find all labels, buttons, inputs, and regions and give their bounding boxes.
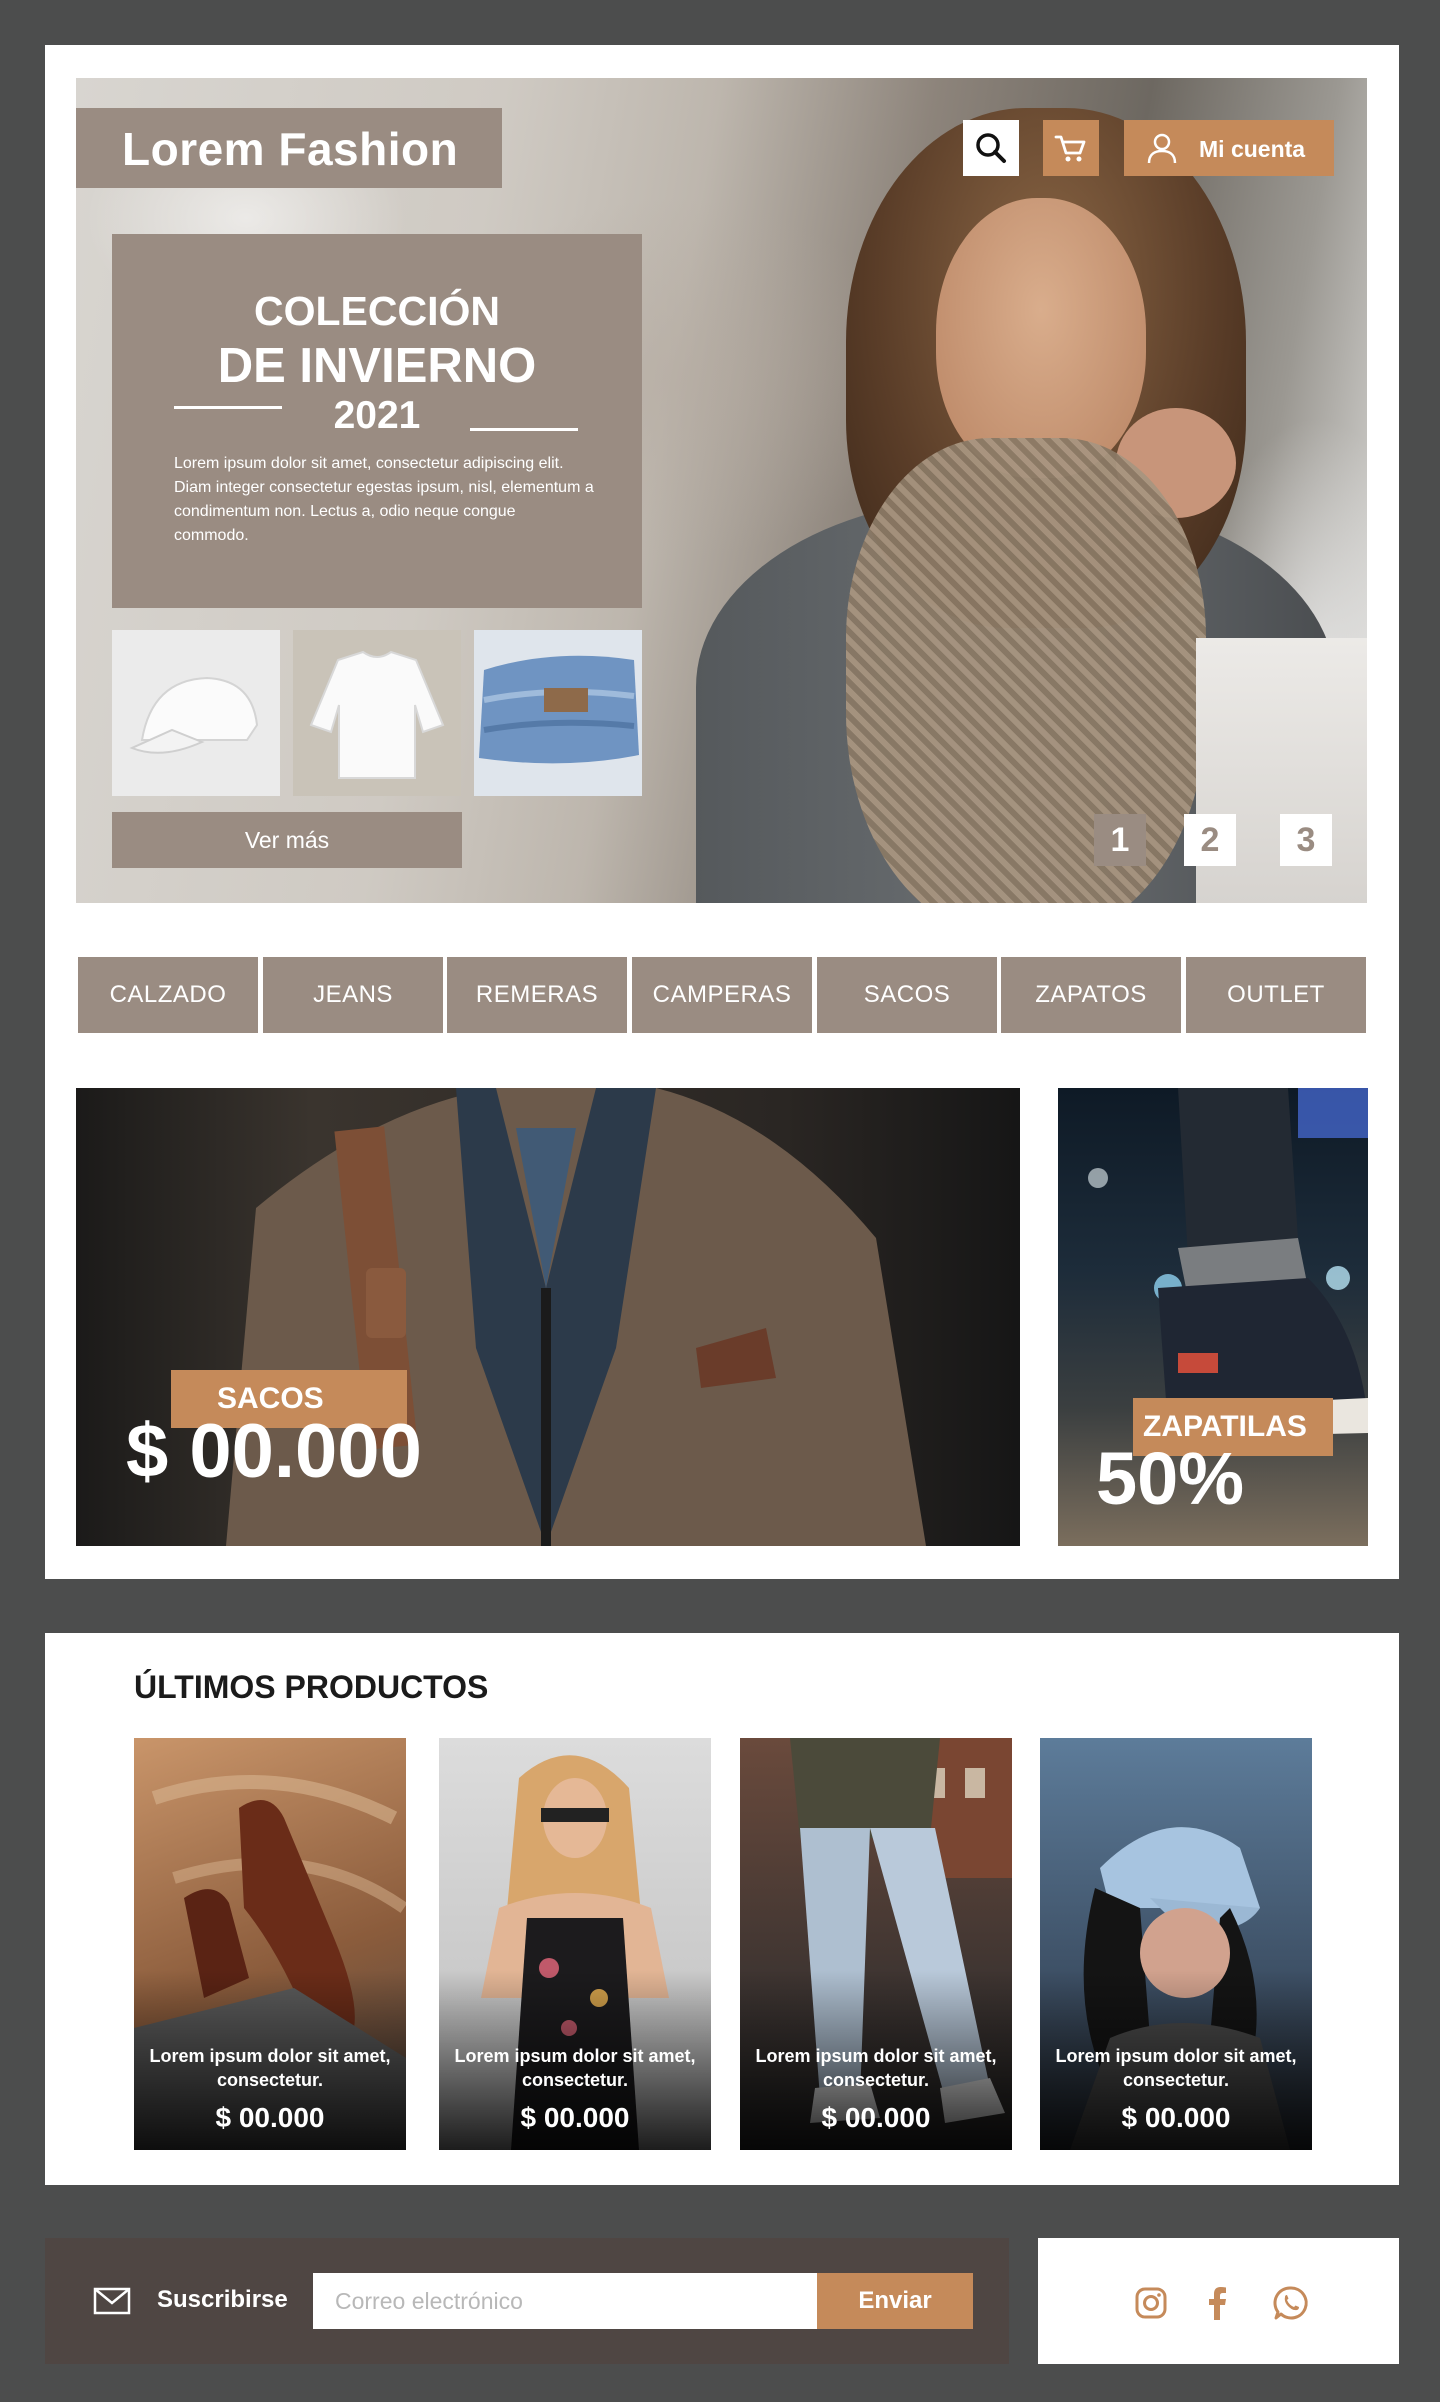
hero-photo-scarf: [846, 438, 1206, 903]
send-button[interactable]: Enviar: [817, 2273, 973, 2329]
jeans-image: [474, 630, 642, 796]
sacos-banner[interactable]: SACOS $ 00.000: [76, 1088, 1020, 1546]
email-input[interactable]: [313, 2273, 817, 2329]
category-calzado[interactable]: CALZADO: [78, 957, 258, 1033]
category-zapatos[interactable]: ZAPATOS: [1001, 957, 1181, 1033]
product-2-text: Lorem ipsum dolor sit amet, consectetur.: [454, 2046, 696, 2090]
slide-page-3[interactable]: 3: [1280, 814, 1332, 866]
latest-products-title: ÚLTIMOS PRODUCTOS: [134, 1669, 489, 1705]
mail-icon: [93, 2287, 131, 2315]
product-1-price: $ 00.000: [215, 2102, 325, 2133]
instagram-icon[interactable]: [1134, 2286, 1168, 2320]
account-button[interactable]: Mi cuenta: [1124, 120, 1334, 176]
social-links: [1038, 2238, 1399, 2364]
brand-logo[interactable]: Lorem Fashion: [76, 108, 502, 188]
product-card-2[interactable]: Lorem ipsum dolor sit amet, consectetur.…: [439, 1738, 711, 2150]
promo-divider-right: [470, 428, 578, 431]
search-button[interactable]: [963, 120, 1019, 176]
product-card-4[interactable]: Lorem ipsum dolor sit amet, consectetur.…: [1040, 1738, 1312, 2150]
account-label: Mi cuenta: [1199, 136, 1306, 162]
promo-year: 2021: [333, 394, 421, 437]
product-2-price: $ 00.000: [520, 2102, 630, 2133]
promo-line-2: DE INVIERNO: [217, 339, 537, 393]
product-3-price: $ 00.000: [821, 2102, 931, 2133]
product-4-price: $ 00.000: [1121, 2102, 1231, 2133]
zapatillas-banner[interactable]: ZAPATILAS 50%: [1058, 1088, 1368, 1546]
cart-button[interactable]: [1043, 120, 1099, 176]
subscribe-label: Suscribirse: [157, 2286, 288, 2313]
slide-page-1[interactable]: 1: [1094, 814, 1146, 866]
user-icon: [1147, 133, 1177, 164]
whatsapp-icon[interactable]: [1273, 2285, 1309, 2321]
category-jeans[interactable]: JEANS: [263, 957, 443, 1033]
promo-line-1: COLECCIÓN: [254, 288, 500, 334]
product-card-1[interactable]: Lorem ipsum dolor sit amet, consectetur.…: [134, 1738, 406, 2150]
sweater-image: [293, 630, 461, 796]
category-camperas[interactable]: CAMPERAS: [632, 957, 812, 1033]
sacos-price: $ 00.000: [126, 1409, 422, 1494]
thumb-jeans[interactable]: [474, 630, 642, 796]
thumb-cap[interactable]: [112, 630, 280, 796]
search-icon: [976, 133, 1006, 163]
category-sacos[interactable]: SACOS: [817, 957, 997, 1033]
hero-photo-face: [936, 198, 1146, 478]
cap-image: [112, 630, 280, 796]
category-remeras[interactable]: REMERAS: [447, 957, 627, 1033]
product-4-text: Lorem ipsum dolor sit amet, consectetur.: [1055, 2046, 1297, 2090]
brand-name: Lorem Fashion: [122, 123, 459, 175]
zapatillas-discount: 50%: [1096, 1437, 1245, 1520]
slide-page-2[interactable]: 2: [1184, 814, 1236, 866]
product-1-text: Lorem ipsum dolor sit amet, consectetur.: [149, 2046, 391, 2090]
product-card-3[interactable]: Lorem ipsum dolor sit amet, consectetur.…: [740, 1738, 1012, 2150]
ver-mas-button[interactable]: Ver más: [112, 812, 462, 868]
facebook-icon[interactable]: [1205, 2286, 1229, 2320]
promo-divider-left: [174, 406, 282, 409]
promo-box: COLECCIÓN DE INVIERNO 2021 Lorem ipsum d…: [112, 234, 642, 608]
product-3-text: Lorem ipsum dolor sit amet, consectetur.: [755, 2046, 997, 2090]
promo-description: Lorem ipsum dolor sit amet, consectetur …: [174, 455, 594, 544]
cart-icon: [1054, 135, 1086, 162]
category-outlet[interactable]: OUTLET: [1186, 957, 1366, 1033]
thumb-sweater[interactable]: [293, 630, 461, 796]
